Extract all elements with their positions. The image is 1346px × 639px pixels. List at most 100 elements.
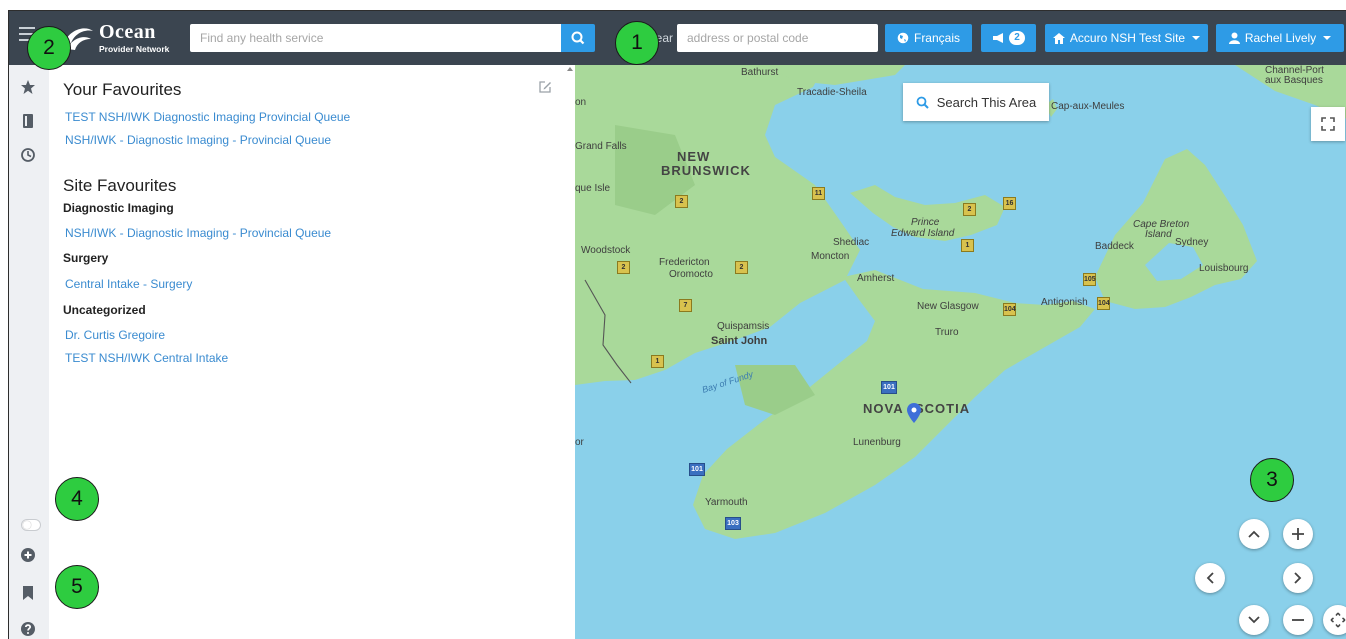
search-button[interactable]	[561, 24, 595, 52]
map-label: Island	[1145, 229, 1172, 240]
star-icon[interactable]	[20, 79, 36, 95]
zoom-in-button[interactable]	[1283, 519, 1313, 549]
map-label: on	[575, 97, 587, 108]
user-label: Rachel Lively	[1244, 31, 1317, 45]
fullscreen-button[interactable]	[1311, 107, 1345, 141]
site-favourite-link[interactable]: NSH/IWK - Diagnostic Imaging - Provincia…	[65, 226, 331, 240]
map-label: or	[575, 437, 584, 448]
scroll-up-arrow[interactable]	[567, 67, 573, 71]
callout-2: 2	[27, 26, 71, 70]
site-favourite-link[interactable]: Dr. Curtis Gregoire	[65, 328, 165, 342]
map-label: Quispamsis	[717, 321, 770, 332]
map-region-label: SCOTIA	[915, 401, 971, 416]
map-label: Edward Island	[891, 228, 955, 239]
group-heading: Diagnostic Imaging	[63, 201, 174, 215]
chevron-down-icon	[1323, 36, 1332, 40]
announcements-count-badge: 2	[1009, 31, 1025, 45]
toggle-switch[interactable]	[21, 519, 41, 531]
favourite-link[interactable]: NSH/IWK - Diagnostic Imaging - Provincia…	[65, 133, 331, 147]
map-label: Oromocto	[669, 269, 713, 280]
callout-1: 1	[615, 21, 659, 65]
map-label: New Glasgow	[917, 301, 979, 312]
book-icon[interactable]	[20, 113, 36, 129]
map-label: Moncton	[811, 251, 850, 262]
zoom-out-button[interactable]	[1283, 605, 1313, 635]
address-input[interactable]	[677, 24, 878, 52]
highway-shield: 11	[812, 187, 825, 200]
search-icon	[571, 31, 585, 45]
map-label: Grand Falls	[575, 141, 627, 152]
group-heading: Surgery	[63, 251, 109, 265]
edit-icon[interactable]	[538, 80, 552, 94]
announcements-button[interactable]: 2	[981, 24, 1036, 52]
favourites-panel: Your Favourites TEST NSH/IWK Diagnostic …	[49, 65, 575, 639]
pan-right-button[interactable]	[1283, 563, 1313, 593]
map-label: aux Basques	[1265, 75, 1323, 86]
callout-4: 4	[55, 477, 99, 521]
search-icon	[916, 96, 929, 109]
service-search-input[interactable]	[190, 24, 561, 52]
fullscreen-icon	[1321, 117, 1335, 131]
location-pin-icon[interactable]	[907, 403, 921, 423]
map-label: Cap-aux-Meules	[1051, 101, 1125, 112]
map-label: Woodstock	[581, 245, 631, 256]
pan-down-button[interactable]	[1239, 605, 1269, 635]
clock-icon[interactable]	[20, 147, 36, 163]
help-icon[interactable]	[20, 621, 36, 637]
callout-3: 3	[1250, 458, 1294, 502]
map-label: Tracadie-Sheila	[797, 87, 867, 98]
user-menu-button[interactable]: Rachel Lively	[1216, 24, 1344, 52]
highway-shield: 104	[1097, 297, 1110, 310]
map-label: Yarmouth	[705, 497, 748, 508]
callout-5: 5	[55, 565, 99, 609]
top-bar: Ocean Provider Network near Français 2	[9, 11, 1346, 65]
plus-icon	[1292, 528, 1304, 540]
map-label: Shediac	[833, 237, 870, 248]
map-label: Saint John	[711, 335, 768, 347]
ocean-logo[interactable]: Ocean Provider Network	[61, 19, 189, 57]
highway-shield: 2	[735, 261, 748, 274]
site-favourite-link[interactable]: Central Intake - Surgery	[65, 277, 192, 291]
highway-shield: 101	[689, 463, 705, 476]
move-arrows-icon	[1330, 612, 1346, 628]
highway-shield: 2	[675, 195, 688, 208]
map-label: Antigonish	[1041, 297, 1088, 308]
highway-shield: 101	[881, 381, 897, 394]
user-icon	[1228, 32, 1240, 44]
chevron-right-icon	[1294, 572, 1302, 584]
map-region-label: NOVA	[863, 401, 904, 416]
map-view[interactable]: Bathurst Tracadie-Sheila Cap-aux-Meules …	[575, 65, 1346, 639]
chevron-up-icon	[1248, 530, 1260, 538]
map-label: Sydney	[1175, 237, 1209, 248]
highway-shield: 1	[961, 239, 974, 252]
map-label: Truro	[935, 327, 959, 338]
globe-icon	[897, 32, 909, 44]
highway-shield: 1	[651, 355, 664, 368]
megaphone-icon	[993, 33, 1004, 43]
site-favourite-link[interactable]: TEST NSH/IWK Central Intake	[65, 351, 228, 365]
chevron-down-icon	[1192, 36, 1201, 40]
map-label: Fredericton	[659, 257, 710, 268]
pan-left-button[interactable]	[1195, 563, 1225, 593]
recenter-button[interactable]	[1323, 605, 1346, 635]
map-label: Amherst	[857, 273, 895, 284]
highway-shield: 2	[617, 261, 630, 274]
map-label: Baddeck	[1095, 241, 1134, 252]
map-region-label: BRUNSWICK	[661, 163, 751, 178]
map-label: que Isle	[575, 183, 611, 194]
favourite-link[interactable]: TEST NSH/IWK Diagnostic Imaging Provinci…	[65, 110, 350, 124]
language-button[interactable]: Français	[885, 24, 972, 52]
minus-icon	[1292, 619, 1304, 621]
search-this-area-button[interactable]: Search This Area	[903, 83, 1049, 121]
bookmark-icon[interactable]	[20, 585, 36, 601]
site-favourites-heading: Site Favourites	[63, 176, 177, 195]
highway-shield: 16	[1003, 197, 1016, 210]
pan-up-button[interactable]	[1239, 519, 1269, 549]
home-icon	[1052, 32, 1065, 44]
site-selector-button[interactable]: Accuro NSH Test Site	[1045, 24, 1208, 52]
logo-name: Ocean	[99, 21, 156, 43]
highway-shield: 103	[725, 517, 741, 530]
plus-circle-icon[interactable]	[20, 547, 36, 563]
app-window: Ocean Provider Network near Français 2	[8, 10, 1346, 639]
map-label: Lunenburg	[853, 437, 901, 448]
